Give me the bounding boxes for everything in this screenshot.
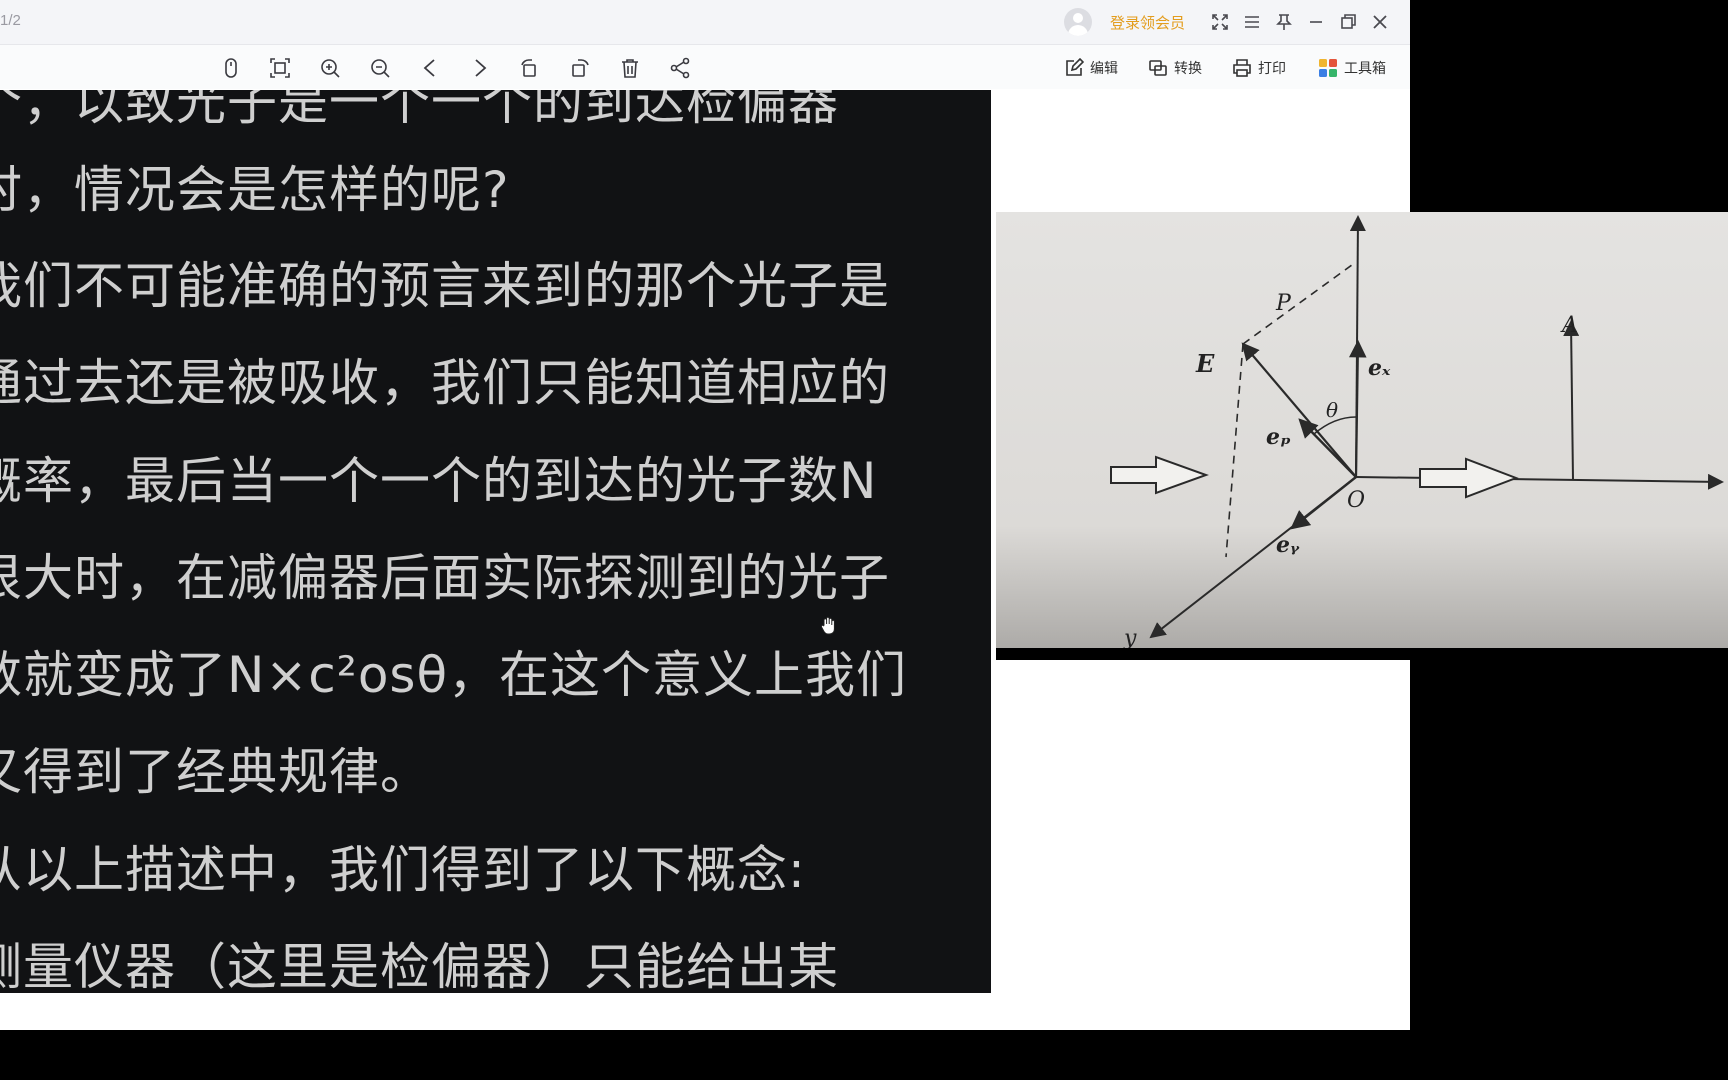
hand-cursor-icon <box>820 616 838 636</box>
image-bottom-border <box>996 648 1728 660</box>
label-o: O <box>1347 488 1365 513</box>
toolbox-button[interactable]: 工具箱 <box>1318 55 1386 81</box>
minimize-icon[interactable] <box>1302 8 1330 36</box>
polarization-diagram: P E eₓ θ eₚ O eᵧ y A <box>996 212 1728 660</box>
label-theta: θ <box>1326 398 1338 422</box>
next-icon[interactable] <box>467 55 493 81</box>
restore-icon[interactable] <box>1334 8 1362 36</box>
convert-button[interactable]: 转换 <box>1148 55 1202 81</box>
document-line: 数就变成了N×c²osθ，在这个意义上我们 <box>0 646 908 704</box>
menu-icon[interactable] <box>1238 8 1266 36</box>
rotate-left-icon[interactable] <box>517 55 543 81</box>
label-ey: eᵧ <box>1276 532 1300 558</box>
vip-login-link[interactable]: 登录领会员 <box>1110 12 1185 33</box>
convert-label: 转换 <box>1174 61 1202 77</box>
document-line: 很大时，在减偏器后面实际探测到的光子 <box>0 549 890 607</box>
fit-page-icon[interactable] <box>267 55 293 81</box>
document-line: 时，情况会是怎样的呢? <box>0 161 510 219</box>
label-e: E <box>1195 349 1215 378</box>
title-bar: 1/2 登录领会员 <box>0 0 1410 45</box>
rotate-right-icon[interactable] <box>567 55 593 81</box>
print-label: 打印 <box>1258 61 1286 77</box>
edit-label: 编辑 <box>1090 61 1118 77</box>
polarization-diagram-image: P E eₓ θ eₚ O eᵧ y A <box>996 212 1728 660</box>
fullscreen-icon[interactable] <box>1206 8 1234 36</box>
print-icon <box>1233 59 1251 77</box>
edit-icon <box>1066 58 1084 76</box>
avatar[interactable] <box>1064 8 1092 36</box>
zoom-out-icon[interactable] <box>367 55 393 81</box>
page-indicator: 1/2 <box>0 12 21 29</box>
toolbar: 编辑 转换 打印 工具箱 <box>0 45 1410 89</box>
label-ep: eₚ <box>1266 424 1291 450</box>
convert-icon <box>1149 60 1167 76</box>
share-icon[interactable] <box>667 55 693 81</box>
label-ex: eₓ <box>1368 355 1391 381</box>
mouse-icon[interactable] <box>218 55 244 81</box>
document-page: 个，以致光子是一个一个的到达检偏器 时，情况会是怎样的呢? 我们不可能准确的预言… <box>0 90 991 993</box>
document-line: 测量仪器（这里是检偏器）只能给出某 <box>0 938 839 993</box>
delete-icon[interactable] <box>617 55 643 81</box>
label-a: A <box>1560 313 1578 338</box>
edit-button[interactable]: 编辑 <box>1064 55 1118 81</box>
close-icon[interactable] <box>1366 8 1394 36</box>
document-line: 从以上描述中，我们得到了以下概念: <box>0 841 806 899</box>
print-button[interactable]: 打印 <box>1232 55 1286 81</box>
document-line: 我们不可能准确的预言来到的那个光子是 <box>0 257 890 315</box>
toolbox-icon <box>1319 59 1337 77</box>
previous-icon[interactable] <box>417 55 443 81</box>
document-line: 通过去还是被吸收，我们只能知道相应的 <box>0 354 890 412</box>
toolbox-label: 工具箱 <box>1344 61 1386 77</box>
pin-icon[interactable] <box>1270 8 1298 36</box>
document-line: 又得到了经典规律。 <box>0 743 431 801</box>
zoom-in-icon[interactable] <box>317 55 343 81</box>
document-line: 个，以致光子是一个一个的到达检偏器 <box>0 90 839 131</box>
document-line: 概率，最后当一个一个的到达的光子数N <box>0 452 878 510</box>
label-p: P <box>1275 291 1292 316</box>
